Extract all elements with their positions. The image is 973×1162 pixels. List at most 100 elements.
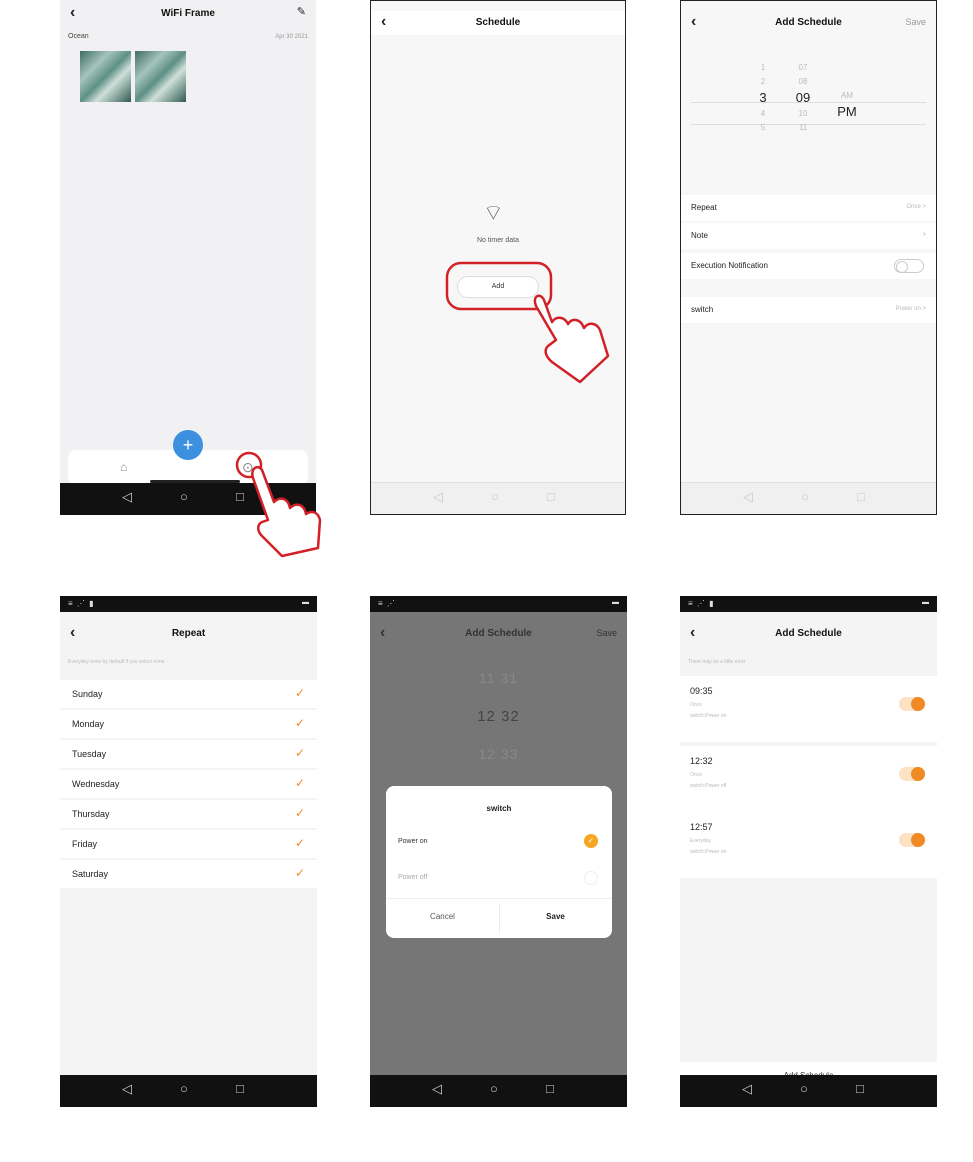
schedule-time: 09:35 [690, 686, 713, 696]
page-title: Add Schedule [465, 628, 532, 639]
meridiem-column[interactable]: AM PM [833, 89, 861, 121]
minute-option[interactable]: 10 [789, 107, 817, 121]
note-label: Note [691, 231, 708, 240]
time-picker[interactable]: 1 2 3 4 5 07 08 09 10 11 AM PM [681, 61, 936, 171]
schedule-toggle[interactable] [899, 767, 925, 781]
minute-column[interactable]: 07 08 09 10 11 [789, 61, 817, 135]
schedule-action: switch:Power on [690, 849, 727, 855]
notification-toggle[interactable] [894, 259, 924, 273]
day-row[interactable]: Thursday ✓ [60, 800, 317, 828]
nav-home-icon[interactable]: ○ [800, 1081, 808, 1096]
add-button[interactable]: Add [457, 276, 539, 298]
option-power-off[interactable]: Power off [398, 874, 427, 881]
option-power-on[interactable]: Power on [398, 838, 428, 845]
page-title: Add Schedule [775, 17, 842, 28]
photo-thumbnail[interactable] [135, 51, 186, 102]
schedule-action: switch:Power off [690, 783, 727, 789]
hour-option[interactable]: 2 [749, 75, 777, 89]
nav-recent-icon[interactable]: □ [546, 1081, 554, 1096]
nav-home-icon[interactable]: ○ [491, 489, 499, 504]
save-button[interactable]: Save [596, 628, 617, 638]
nav-home-icon[interactable]: ○ [180, 489, 188, 504]
check-icon: ✓ [294, 716, 305, 730]
system-nav-bar: ◁ ○ □ [370, 1075, 627, 1107]
add-button[interactable]: + [173, 430, 203, 460]
dialog-save-button[interactable]: Save [499, 912, 612, 921]
nav-home-icon[interactable]: ○ [180, 1081, 188, 1096]
minute-option[interactable]: 07 [789, 61, 817, 75]
schedule-item[interactable]: 12:57 Everyday switch:Power on [680, 812, 937, 878]
day-row[interactable]: Saturday ✓ [60, 860, 317, 888]
screen-schedule-empty: ‹ Schedule ⌔ No timer data Add ◁ ○ □ [370, 0, 626, 515]
nav-recent-icon[interactable]: □ [547, 489, 555, 504]
check-icon: ✓ [294, 746, 305, 760]
schedule-time: 12:57 [690, 822, 713, 832]
notification-row: Execution Notification [681, 253, 936, 279]
battery-icon: ▬ [922, 599, 929, 606]
hour-option[interactable]: 4 [749, 107, 777, 121]
nav-home-icon[interactable]: ○ [490, 1081, 498, 1096]
nav-back-icon[interactable]: ◁ [122, 1081, 132, 1097]
day-row[interactable]: Wednesday ✓ [60, 770, 317, 798]
empty-box-icon: ⌔ [483, 200, 504, 225]
day-row[interactable]: Tuesday ✓ [60, 740, 317, 768]
save-button[interactable]: Save [905, 17, 926, 27]
battery-icon: ▬ [302, 599, 309, 606]
day-label: Wednesday [72, 779, 120, 789]
nav-recent-icon[interactable]: □ [236, 1081, 244, 1096]
nav-recent-icon[interactable]: □ [856, 1081, 864, 1096]
navbar: ‹ WiFi Frame ✎ [60, 2, 316, 26]
page-title: Schedule [475, 17, 521, 28]
radio-checked-icon[interactable]: ✓ [584, 834, 598, 848]
note-row[interactable]: Note > [681, 223, 936, 249]
folder-date: Apr 30 2021 [275, 34, 308, 40]
nav-back-icon[interactable]: ◁ [432, 1081, 442, 1097]
settings-tab-icon[interactable]: ⊙ [242, 459, 254, 476]
check-icon: ✓ [294, 686, 305, 700]
time-option: 11 31 [479, 670, 518, 686]
schedule-toggle[interactable] [899, 697, 925, 711]
schedule-item[interactable]: 09:35 Once switch:Power on [680, 676, 937, 742]
signal-icon: ≡ ⋰ [378, 599, 396, 608]
nav-back-icon[interactable]: ◁ [742, 1081, 752, 1097]
check-icon: ✓ [294, 866, 305, 880]
edit-icon[interactable]: ✎ [297, 5, 306, 18]
meridiem-option[interactable]: AM [833, 89, 861, 103]
home-tab-icon[interactable]: ⌂ [120, 460, 127, 474]
nav-recent-icon[interactable]: □ [857, 489, 865, 504]
dialog-title: switch [486, 804, 512, 813]
system-nav-bar: ◁ ○ □ [680, 1075, 937, 1107]
minute-selected[interactable]: 09 [789, 89, 817, 107]
hour-selected[interactable]: 3 [749, 89, 777, 107]
cancel-button[interactable]: Cancel [386, 912, 499, 921]
switch-row[interactable]: switch Power on > [681, 297, 936, 323]
minute-option[interactable]: 08 [789, 75, 817, 89]
hour-option[interactable]: 1 [749, 61, 777, 75]
schedule-hint: There may be a little error [688, 659, 746, 665]
nav-back-icon[interactable]: ◁ [433, 489, 443, 505]
nav-back-icon[interactable]: ◁ [122, 489, 132, 505]
hour-column[interactable]: 1 2 3 4 5 [749, 61, 777, 135]
screen-repeat: ≡ ⋰ ▮ ▬ ‹ Repeat Everyday once by defaul… [60, 596, 317, 1107]
repeat-row[interactable]: Repeat Once > [681, 195, 936, 221]
nav-back-icon[interactable]: ◁ [743, 489, 753, 505]
day-row[interactable]: Monday ✓ [60, 710, 317, 738]
schedule-item[interactable]: 12:32 Once switch:Power off [680, 746, 937, 812]
meridiem-selected[interactable]: PM [833, 103, 861, 121]
radio-unchecked-icon[interactable] [584, 871, 598, 885]
battery-icon: ▬ [612, 599, 619, 606]
signal-icon: ≡ ⋰ ▮ [688, 599, 715, 608]
status-bar: ≡ ⋰ ▬ [370, 596, 627, 612]
day-row[interactable]: Friday ✓ [60, 830, 317, 858]
day-row[interactable]: Sunday ✓ [60, 680, 317, 708]
navbar: ‹ Add Schedule Save [681, 11, 936, 35]
photo-thumbnail[interactable] [80, 51, 131, 102]
page-title: Repeat [171, 628, 206, 639]
nav-home-icon[interactable]: ○ [801, 489, 809, 504]
schedule-toggle[interactable] [899, 833, 925, 847]
minute-option[interactable]: 11 [789, 121, 817, 135]
hour-option[interactable]: 5 [749, 121, 777, 135]
nav-recent-icon[interactable]: □ [236, 489, 244, 504]
repeat-value: Once > [906, 204, 926, 210]
switch-dialog: switch Power on ✓ Power off Cancel Save [386, 786, 612, 938]
